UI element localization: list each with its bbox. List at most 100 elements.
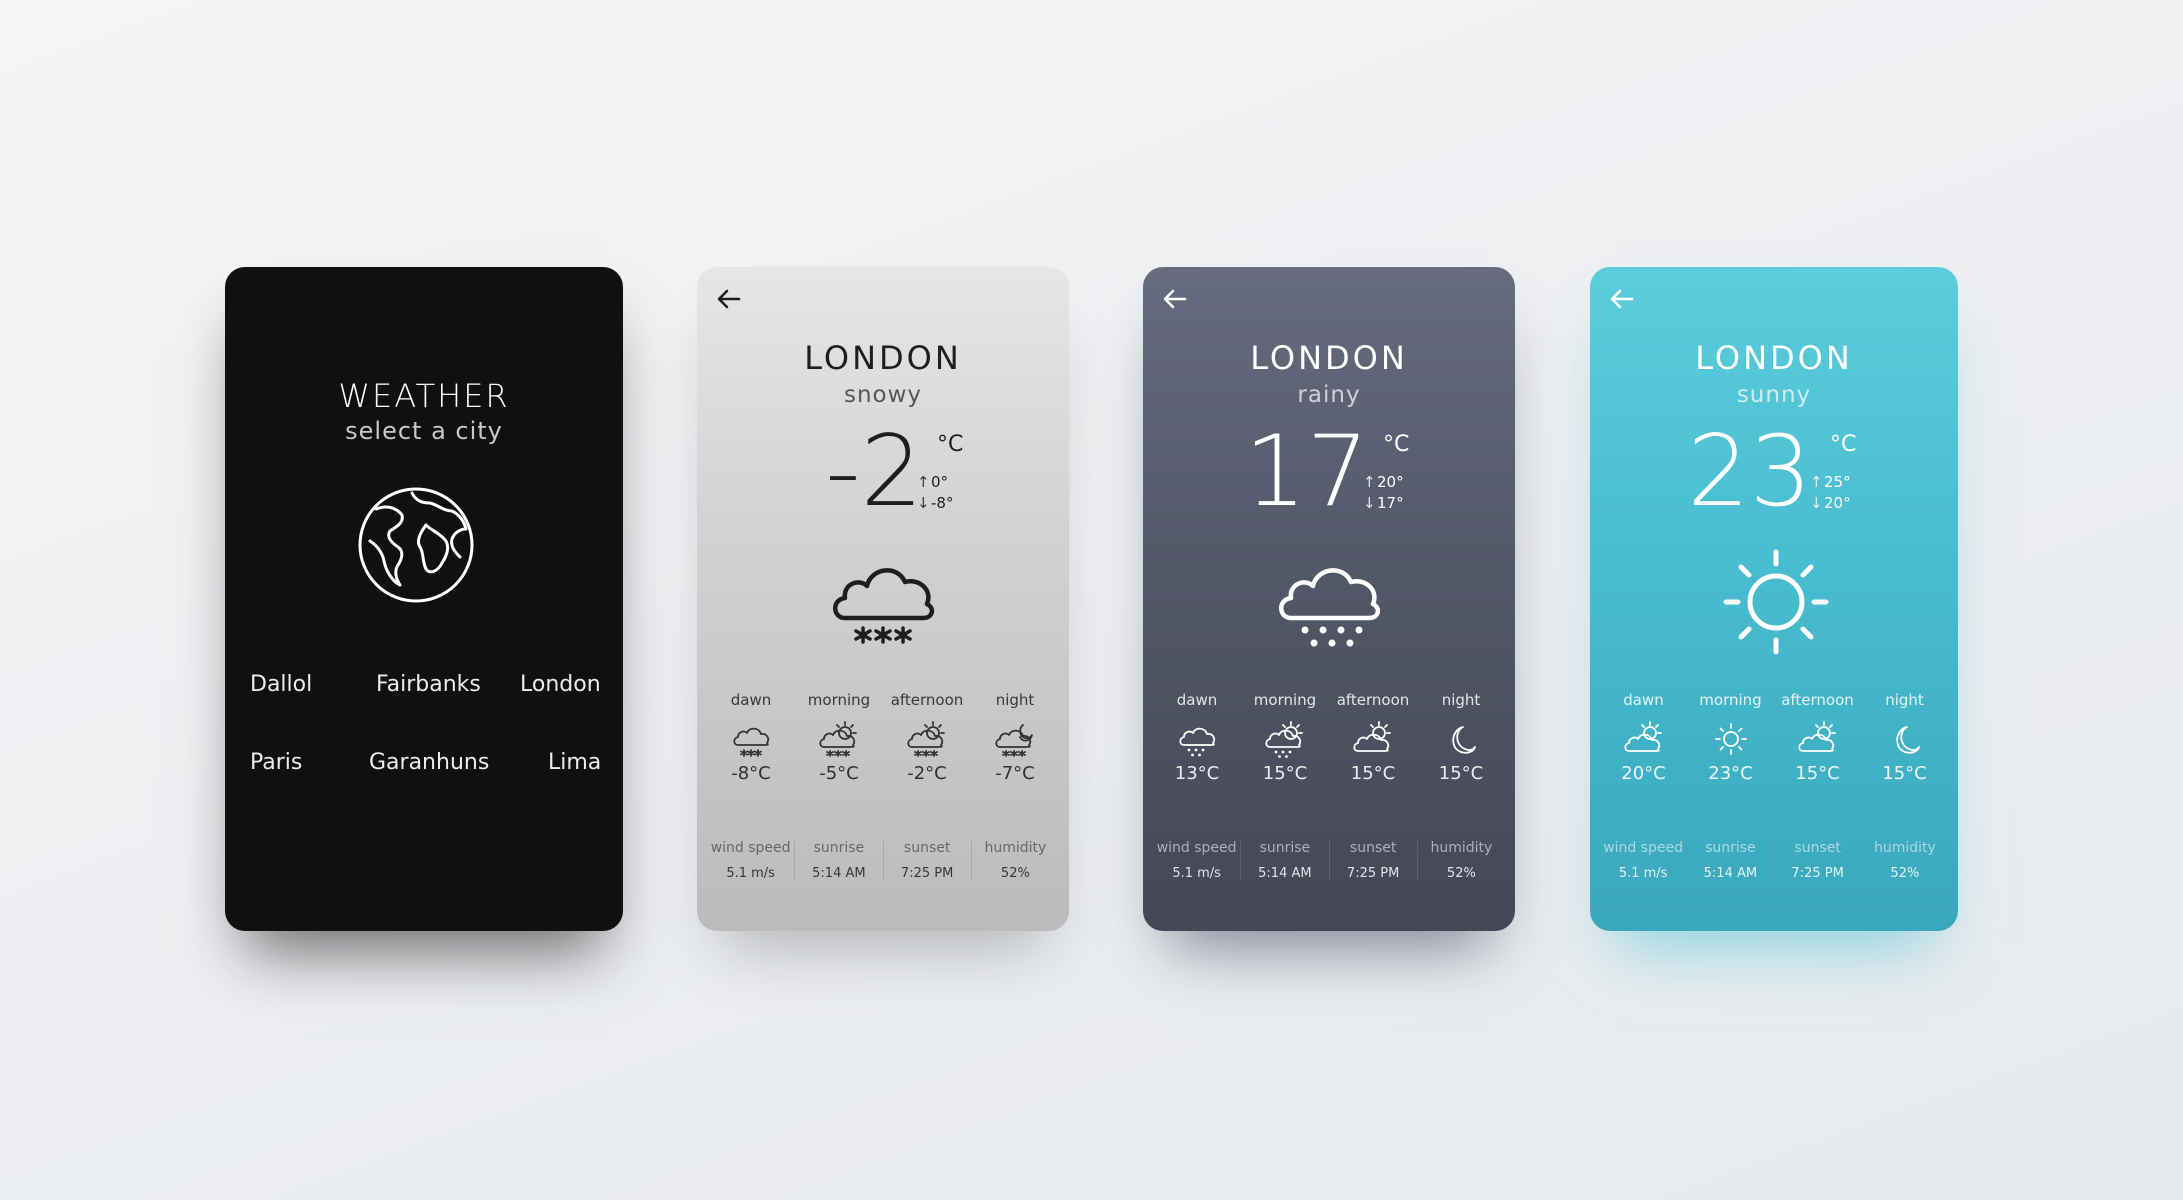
stat-label: humidity <box>1430 840 1493 856</box>
city-fairbanks[interactable]: Fairbanks <box>376 672 481 697</box>
period-dawn: dawn -8°C <box>707 691 795 784</box>
current-temperature: 23 <box>1687 415 1812 529</box>
high-temperature: ↑20° <box>1363 472 1404 492</box>
period-temperature: 15°C <box>1262 763 1308 784</box>
sun-cloud-icon <box>1797 721 1836 752</box>
app-title: WEATHER <box>338 377 510 415</box>
high-value: 20° <box>1377 473 1404 491</box>
period-label: afternoon <box>1336 691 1410 709</box>
period-temperature: -7°C <box>995 763 1035 784</box>
period-label: morning <box>1253 691 1317 709</box>
stat-label: sunrise <box>813 840 865 856</box>
sun-cloud-icon <box>1623 721 1662 752</box>
period-temperature: -2°C <box>907 763 947 784</box>
stat-label: sunset <box>903 840 951 856</box>
arrow-down-icon: ↓ <box>917 494 930 512</box>
weather-card-sunny: LONDON sunny 23 °C ↑25° ↓20° dawn 20°C m… <box>1590 267 1958 931</box>
arrow-down-icon: ↓ <box>1363 494 1376 512</box>
day-periods: dawn 13°C morning 15°C afternoon 15°C ni… <box>1153 691 1505 784</box>
period-night: night -7°C <box>971 691 1059 784</box>
stat-value: 5.1 m/s <box>726 866 775 881</box>
stat-value: 7:25 PM <box>1791 866 1844 881</box>
stat-label: humidity <box>1873 840 1936 856</box>
period-label: afternoon <box>890 691 964 709</box>
rain-cloud-icon <box>1279 568 1381 647</box>
period-temperature: 23°C <box>1708 763 1753 784</box>
sun-rain-cloud-icon <box>1265 721 1303 758</box>
sun-icon <box>1714 723 1747 755</box>
city-dallol[interactable]: Dallol <box>250 672 312 697</box>
arrow-up-icon: ↑ <box>1363 473 1376 491</box>
low-temperature: ↓17° <box>1363 493 1404 513</box>
arrow-up-icon: ↑ <box>917 473 930 491</box>
temperature-unit: °C <box>937 432 964 457</box>
stat-wind-speed: wind speed 5.1 m/s <box>1600 840 1688 881</box>
weather-card-rainy: LONDON rainy 17 °C ↑20° ↓17° dawn 13°C m… <box>1143 267 1515 931</box>
city-paris[interactable]: Paris <box>250 750 302 775</box>
stat-label: wind speed <box>1603 840 1684 856</box>
sun-snow-cloud-icon <box>907 721 945 757</box>
period-temperature: 13°C <box>1174 763 1220 784</box>
moon-snow-cloud-icon <box>995 724 1033 757</box>
period-temperature: -5°C <box>819 763 859 784</box>
period-afternoon: afternoon -2°C <box>883 691 971 784</box>
temperature-unit: °C <box>1383 432 1410 457</box>
period-label: night <box>995 691 1035 709</box>
city-garanhuns[interactable]: Garanhuns <box>369 750 489 775</box>
back-arrow-icon[interactable] <box>1608 285 1636 313</box>
period-label: dawn <box>730 691 772 709</box>
moon-icon <box>1452 726 1476 754</box>
stat-sunrise: sunrise 5:14 AM <box>1687 840 1775 881</box>
period-label: night <box>1441 691 1481 709</box>
temperature-unit: °C <box>1830 432 1857 457</box>
period-afternoon: afternoon 15°C <box>1329 691 1417 784</box>
city-london[interactable]: London <box>520 672 601 697</box>
globe-icon <box>358 487 474 603</box>
stat-sunrise: sunrise 5:14 AM <box>795 840 884 881</box>
period-dawn: dawn 13°C <box>1153 691 1241 784</box>
period-temperature: -8°C <box>731 763 771 784</box>
period-temperature: 15°C <box>1882 763 1927 784</box>
stat-wind-speed: wind speed 5.1 m/s <box>707 840 796 881</box>
condition-label: rainy <box>1297 382 1361 408</box>
back-arrow-icon[interactable] <box>1161 285 1189 313</box>
day-periods: dawn 20°C morning 23°C afternoon 15°C ni… <box>1600 691 1948 784</box>
stat-value: 5:14 AM <box>1703 866 1758 881</box>
period-temperature: 15°C <box>1438 763 1484 784</box>
stat-wind-speed: wind speed 5.1 m/s <box>1153 840 1242 881</box>
weather-stats: wind speed 5.1 m/s sunrise 5:14 AM sunse… <box>1153 840 1505 881</box>
stat-label: humidity <box>984 840 1047 856</box>
high-temperature: ↑0° <box>917 472 948 492</box>
stat-sunset: sunset 7:25 PM <box>1775 840 1862 881</box>
stat-label: sunrise <box>1705 840 1756 856</box>
low-temperature: ↓20° <box>1810 493 1851 513</box>
stat-value: 7:25 PM <box>900 866 954 881</box>
low-value: -8° <box>931 494 954 512</box>
period-morning: morning -5°C <box>795 691 883 784</box>
low-value: 20° <box>1824 494 1851 512</box>
snow-cloud-icon <box>733 727 770 757</box>
stat-humidity: humidity 52% <box>1862 840 1948 881</box>
stat-label: wind speed <box>1156 840 1237 856</box>
city-name: LONDON <box>1250 339 1408 377</box>
period-temperature: 15°C <box>1795 763 1840 784</box>
sun-snow-cloud-icon <box>819 721 857 757</box>
back-arrow-icon[interactable] <box>715 285 743 313</box>
day-periods: dawn -8°C morning -5°C afternoon -2°C ni… <box>707 691 1059 784</box>
stat-label: sunset <box>1794 840 1841 856</box>
city-name: LONDON <box>1695 339 1853 377</box>
stat-value: 5:14 AM <box>812 866 866 881</box>
stat-value: 52% <box>1000 866 1030 881</box>
stat-sunset: sunset 7:25 PM <box>1330 840 1418 881</box>
period-night: night 15°C <box>1861 691 1948 784</box>
period-temperature: 15°C <box>1350 763 1396 784</box>
stat-value: 7:25 PM <box>1346 866 1400 881</box>
period-label: morning <box>1699 691 1762 709</box>
sun-icon <box>1723 549 1829 655</box>
sun-cloud-icon <box>1353 721 1391 752</box>
city-lima[interactable]: Lima <box>548 750 601 775</box>
current-temperature: 17 <box>1244 415 1369 529</box>
period-night: night 15°C <box>1417 691 1505 784</box>
stat-value: 52% <box>1890 866 1920 881</box>
weather-stats: wind speed 5.1 m/s sunrise 5:14 AM sunse… <box>1600 840 1948 881</box>
